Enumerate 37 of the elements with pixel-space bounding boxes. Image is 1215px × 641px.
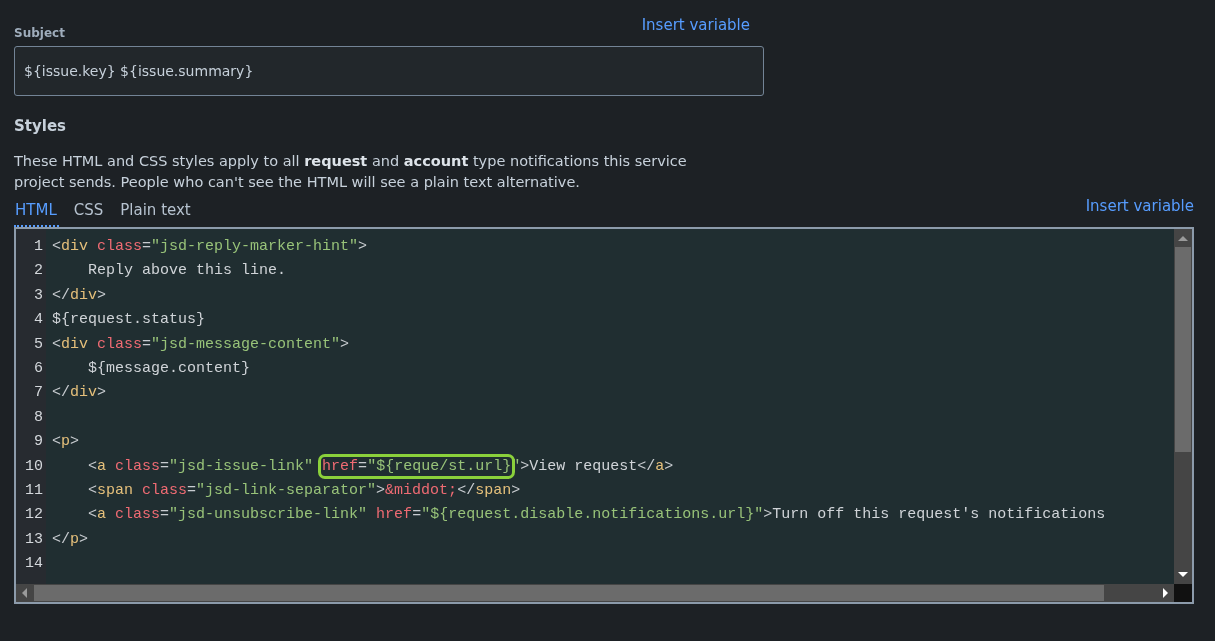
- code-line: <div class="jsd-message-content">: [52, 334, 350, 355]
- vertical-scrollbar[interactable]: [1174, 229, 1192, 584]
- line-number: 12: [24, 505, 44, 526]
- line-number: 3: [33, 285, 44, 306]
- styles-heading: Styles: [14, 117, 67, 135]
- editor-tab[interactable]: Plain text: [119, 197, 193, 227]
- code-line: Reply above this line.: [87, 261, 287, 282]
- code-line: <span class="jsd-link-separator">&middot;</span>: [87, 480, 521, 501]
- code-line: <div class="jsd-reply-marker-hint">: [52, 237, 368, 257]
- code-line: ${request.status}: [52, 310, 206, 331]
- line-number: 10: [24, 456, 44, 477]
- editor-tab[interactable]: CSS: [72, 197, 106, 227]
- insert-variable-link[interactable]: Insert variable: [641, 16, 764, 34]
- line-number: 8: [33, 407, 44, 428]
- code-line: <p>: [52, 432, 80, 453]
- code-line: </div>: [52, 285, 107, 306]
- line-number: 9: [33, 432, 44, 453]
- subject-field[interactable]: ${issue.key} ${issue.summary}: [14, 46, 764, 96]
- code-line: <a class="jsd-unsubscribe-link" href="${request.disable.notifications.url}">Turn off this request's notifications: [87, 505, 1106, 526]
- line-number: 2: [33, 261, 44, 282]
- code-line: </div>: [52, 383, 107, 404]
- subject-label: Subject: [14, 26, 65, 42]
- line-number: 14: [24, 554, 44, 575]
- insert-variable-link[interactable]: Insert variable: [1085, 197, 1194, 215]
- line-number: 7: [33, 383, 44, 404]
- horizontal-scrollbar[interactable]: [16, 584, 1174, 602]
- line-number: 11: [24, 480, 44, 501]
- line-number: 4: [33, 310, 44, 331]
- line-number: 13: [24, 529, 44, 550]
- scrollbar-corner: [1174, 584, 1192, 602]
- code-editor[interactable]: [14, 227, 1194, 604]
- line-number: 5: [33, 334, 44, 355]
- styles-description: These HTML and CSS styles apply to all request and account type notifications this service project sends. People who can't see the HTML will see a plain text alternative.: [14, 152, 688, 192]
- code-line: </p>: [52, 529, 89, 550]
- code-line: ${message.content}: [87, 358, 251, 379]
- line-number: 6: [33, 358, 44, 379]
- line-number: 1: [33, 237, 44, 257]
